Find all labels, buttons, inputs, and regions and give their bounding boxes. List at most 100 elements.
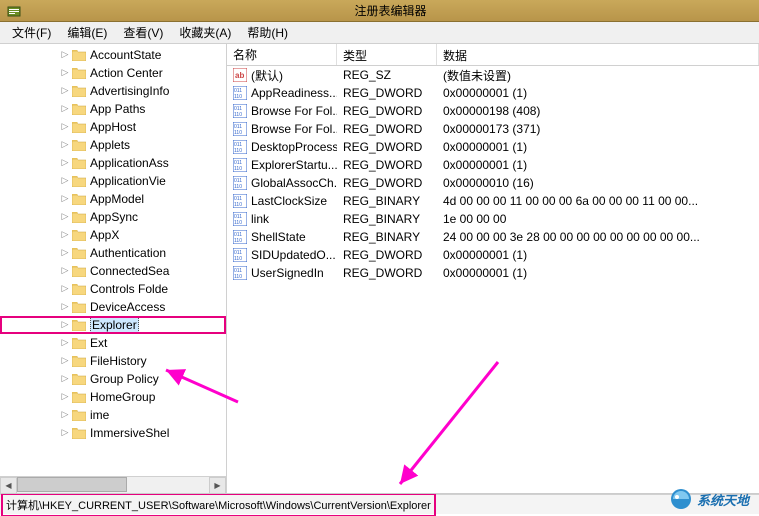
svg-text:110: 110 [234, 202, 242, 208]
folder-icon [72, 229, 86, 241]
tree-item-app-paths[interactable]: ▷App Paths [0, 100, 226, 118]
expander-icon[interactable]: ▷ [60, 212, 70, 222]
expander-icon[interactable]: ▷ [60, 86, 70, 96]
tree-item-ime[interactable]: ▷ ime [0, 406, 226, 424]
tree-item-explorer[interactable]: ▷ Explorer [0, 316, 226, 334]
expander-icon[interactable]: ▷ [60, 266, 70, 276]
expander-icon[interactable]: ▷ [60, 302, 70, 312]
tree-item-deviceaccess[interactable]: ▷DeviceAccess [0, 298, 226, 316]
expander-icon[interactable]: ▷ [60, 50, 70, 60]
expander-icon[interactable]: ▷ [60, 338, 70, 348]
list-row[interactable]: 011110Browse For Fol...REG_DWORD0x000001… [227, 120, 759, 138]
list-row[interactable]: 011110ExplorerStartu...REG_DWORD0x000000… [227, 156, 759, 174]
folder-icon [72, 67, 86, 79]
expander-icon[interactable]: ▷ [60, 68, 70, 78]
binary-value-icon: 011110 [233, 194, 247, 208]
tree-item-ext[interactable]: ▷Ext [0, 334, 226, 352]
tree-item-appmodel[interactable]: ▷AppModel [0, 190, 226, 208]
tree-item-label: Action Center [90, 66, 163, 80]
list-row[interactable]: 011110DesktopProcessREG_DWORD0x00000001 … [227, 138, 759, 156]
list-row[interactable]: 011110LastClockSizeREG_BINARY4d 00 00 00… [227, 192, 759, 210]
tree-item-action-center[interactable]: ▷ Action Center [0, 64, 226, 82]
tree-item-filehistory[interactable]: ▷ FileHistory [0, 352, 226, 370]
tree-item-controls-folde[interactable]: ▷Controls Folde [0, 280, 226, 298]
tree-item-label: ImmersiveShel [90, 426, 169, 440]
value-name: ShellState [251, 230, 306, 244]
tree-item-label: ime [90, 408, 109, 422]
hscroll-right-button[interactable]: ▶ [209, 477, 226, 494]
tree-item-applicationass[interactable]: ▷ApplicationAss [0, 154, 226, 172]
menu-favorites[interactable]: 收藏夹(A) [171, 22, 239, 43]
folder-icon [72, 175, 86, 187]
tree-item-group-policy[interactable]: ▷Group Policy [0, 370, 226, 388]
expander-icon[interactable]: ▷ [60, 284, 70, 294]
folder-icon [72, 355, 86, 367]
tree-item-label: FileHistory [90, 354, 147, 368]
expander-icon[interactable]: ▷ [60, 392, 70, 402]
binary-value-icon: 011110 [233, 266, 247, 280]
tree-item-appx[interactable]: ▷AppX [0, 226, 226, 244]
tree-item-homegroup[interactable]: ▷HomeGroup [0, 388, 226, 406]
expander-icon[interactable]: ▷ [60, 230, 70, 240]
svg-text:110: 110 [234, 274, 242, 280]
list-row[interactable]: 011110Browse For Fol...REG_DWORD0x000001… [227, 102, 759, 120]
value-type: REG_DWORD [337, 86, 437, 100]
tree-item-applets[interactable]: ▷Applets [0, 136, 226, 154]
list-row[interactable]: 011110UserSignedInREG_DWORD0x00000001 (1… [227, 264, 759, 282]
tree-item-authentication[interactable]: ▷Authentication [0, 244, 226, 262]
expander-icon[interactable]: ▷ [60, 140, 70, 150]
expander-icon[interactable]: ▷ [60, 248, 70, 258]
menu-file[interactable]: 文件(F) [4, 22, 59, 43]
tree-item-immersiveshel[interactable]: ▷ ImmersiveShel [0, 424, 226, 442]
value-data: 0x00000001 (1) [437, 158, 759, 172]
tree-item-accountstate[interactable]: ▷AccountState [0, 46, 226, 64]
expander-icon[interactable]: ▷ [60, 374, 70, 384]
value-data: 0x00000198 (408) [437, 104, 759, 118]
tree-item-apphost[interactable]: ▷AppHost [0, 118, 226, 136]
list-body[interactable]: ab(默认)REG_SZ(数值未设置)011110AppReadiness...… [227, 66, 759, 493]
list-panel: 名称 类型 数据 ab(默认)REG_SZ(数值未设置)011110AppRea… [227, 44, 759, 493]
hscroll-left-button[interactable]: ◀ [0, 477, 17, 494]
list-row[interactable]: 011110SIDUpdatedO...REG_DWORD0x00000001 … [227, 246, 759, 264]
header-name[interactable]: 名称 [227, 44, 337, 65]
expander-icon[interactable]: ▷ [60, 428, 70, 438]
menu-view[interactable]: 查看(V) [115, 22, 171, 43]
tree-item-label: ConnectedSea [90, 264, 169, 278]
list-row[interactable]: 011110AppReadiness...REG_DWORD0x00000001… [227, 84, 759, 102]
list-row[interactable]: 011110linkREG_BINARY1e 00 00 00 [227, 210, 759, 228]
header-type[interactable]: 类型 [337, 44, 437, 65]
hscroll-track[interactable] [17, 477, 209, 494]
expander-icon[interactable]: ▷ [60, 176, 70, 186]
tree-item-applicationvie[interactable]: ▷ApplicationVie [0, 172, 226, 190]
value-type: REG_DWORD [337, 158, 437, 172]
expander-icon[interactable]: ▷ [60, 356, 70, 366]
menu-edit[interactable]: 编辑(E) [59, 22, 115, 43]
tree-item-appsync[interactable]: ▷AppSync [0, 208, 226, 226]
list-row[interactable]: 011110ShellStateREG_BINARY24 00 00 00 3e… [227, 228, 759, 246]
list-row[interactable]: 011110GlobalAssocCh...REG_DWORD0x0000001… [227, 174, 759, 192]
expander-icon[interactable]: ▷ [60, 194, 70, 204]
watermark-text: 系统天地 [697, 490, 749, 509]
value-type: REG_SZ [337, 68, 437, 82]
folder-icon [72, 157, 86, 169]
expander-icon[interactable]: ▷ [60, 320, 70, 330]
window-title: 注册表编辑器 [22, 2, 759, 19]
expander-icon[interactable]: ▷ [60, 104, 70, 114]
expander-icon[interactable]: ▷ [60, 158, 70, 168]
tree-item-label: Explorer [90, 317, 139, 333]
value-type: REG_BINARY [337, 230, 437, 244]
expander-icon[interactable]: ▷ [60, 122, 70, 132]
menu-help[interactable]: 帮助(H) [239, 22, 296, 43]
value-name: UserSignedIn [251, 266, 324, 280]
list-row[interactable]: ab(默认)REG_SZ(数值未设置) [227, 66, 759, 84]
tree-scroll[interactable]: ▷AccountState▷Action Center▷AdvertisingI… [0, 44, 226, 476]
hscroll-thumb[interactable] [17, 477, 127, 492]
expander-icon[interactable]: ▷ [60, 410, 70, 420]
header-data[interactable]: 数据 [437, 44, 759, 65]
binary-value-icon: 011110 [233, 158, 247, 172]
tree-item-connectedsea[interactable]: ▷ ConnectedSea [0, 262, 226, 280]
folder-icon [72, 283, 86, 295]
folder-icon [72, 427, 86, 439]
svg-text:110: 110 [234, 130, 242, 136]
tree-item-advertisinginfo[interactable]: ▷AdvertisingInfo [0, 82, 226, 100]
